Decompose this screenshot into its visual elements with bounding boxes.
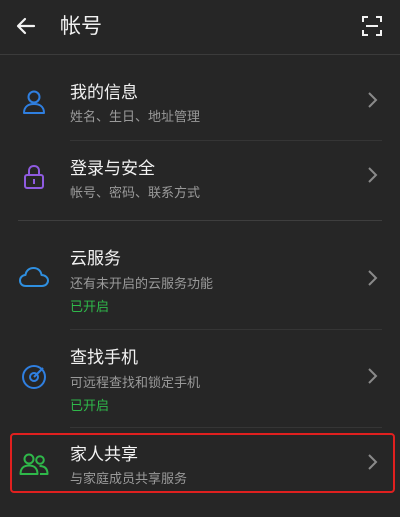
cloud-icon	[18, 262, 50, 294]
item-subtitle: 姓名、生日、地址管理	[70, 110, 201, 125]
divider	[70, 329, 382, 330]
app-header: 帐号	[0, 0, 400, 52]
list-item-cloud-service[interactable]: 云服务 还有未开启的云服务功能 已开启	[0, 234, 400, 324]
item-label: 云服务	[70, 249, 121, 269]
list-item-find-phone[interactable]: 查找手机 可远程查找和锁定手机 已开启	[0, 331, 400, 421]
lock-icon	[18, 161, 50, 193]
divider	[70, 427, 382, 428]
item-subtitle: 帐号、密码、联系方式	[70, 186, 201, 201]
person-icon	[18, 86, 50, 118]
chevron-right-icon	[368, 92, 378, 108]
list-item-my-info[interactable]: 我的信息 姓名、生日、地址管理	[0, 62, 400, 138]
item-label: 我的信息	[70, 83, 138, 103]
item-subtitle: 还有未开启的云服务功能	[70, 277, 214, 292]
page-title: 帐号	[60, 14, 102, 38]
chevron-right-icon	[368, 368, 378, 384]
status-badge: 已开启	[70, 399, 110, 414]
find-phone-icon	[18, 361, 50, 393]
highlight-box	[10, 433, 395, 493]
header-divider	[0, 54, 400, 55]
section-divider	[18, 220, 382, 221]
back-button[interactable]	[10, 10, 42, 42]
scan-button[interactable]	[356, 10, 388, 42]
item-subtitle: 可远程查找和锁定手机	[70, 376, 201, 391]
chevron-right-icon	[368, 167, 378, 183]
scan-icon	[362, 16, 382, 36]
arrow-left-icon	[16, 17, 36, 35]
chevron-right-icon	[368, 270, 378, 286]
item-label: 查找手机	[70, 348, 138, 368]
item-label: 登录与安全	[70, 159, 155, 179]
list-item-login-security[interactable]: 登录与安全 帐号、密码、联系方式	[0, 141, 400, 217]
status-badge: 已开启	[70, 300, 110, 315]
